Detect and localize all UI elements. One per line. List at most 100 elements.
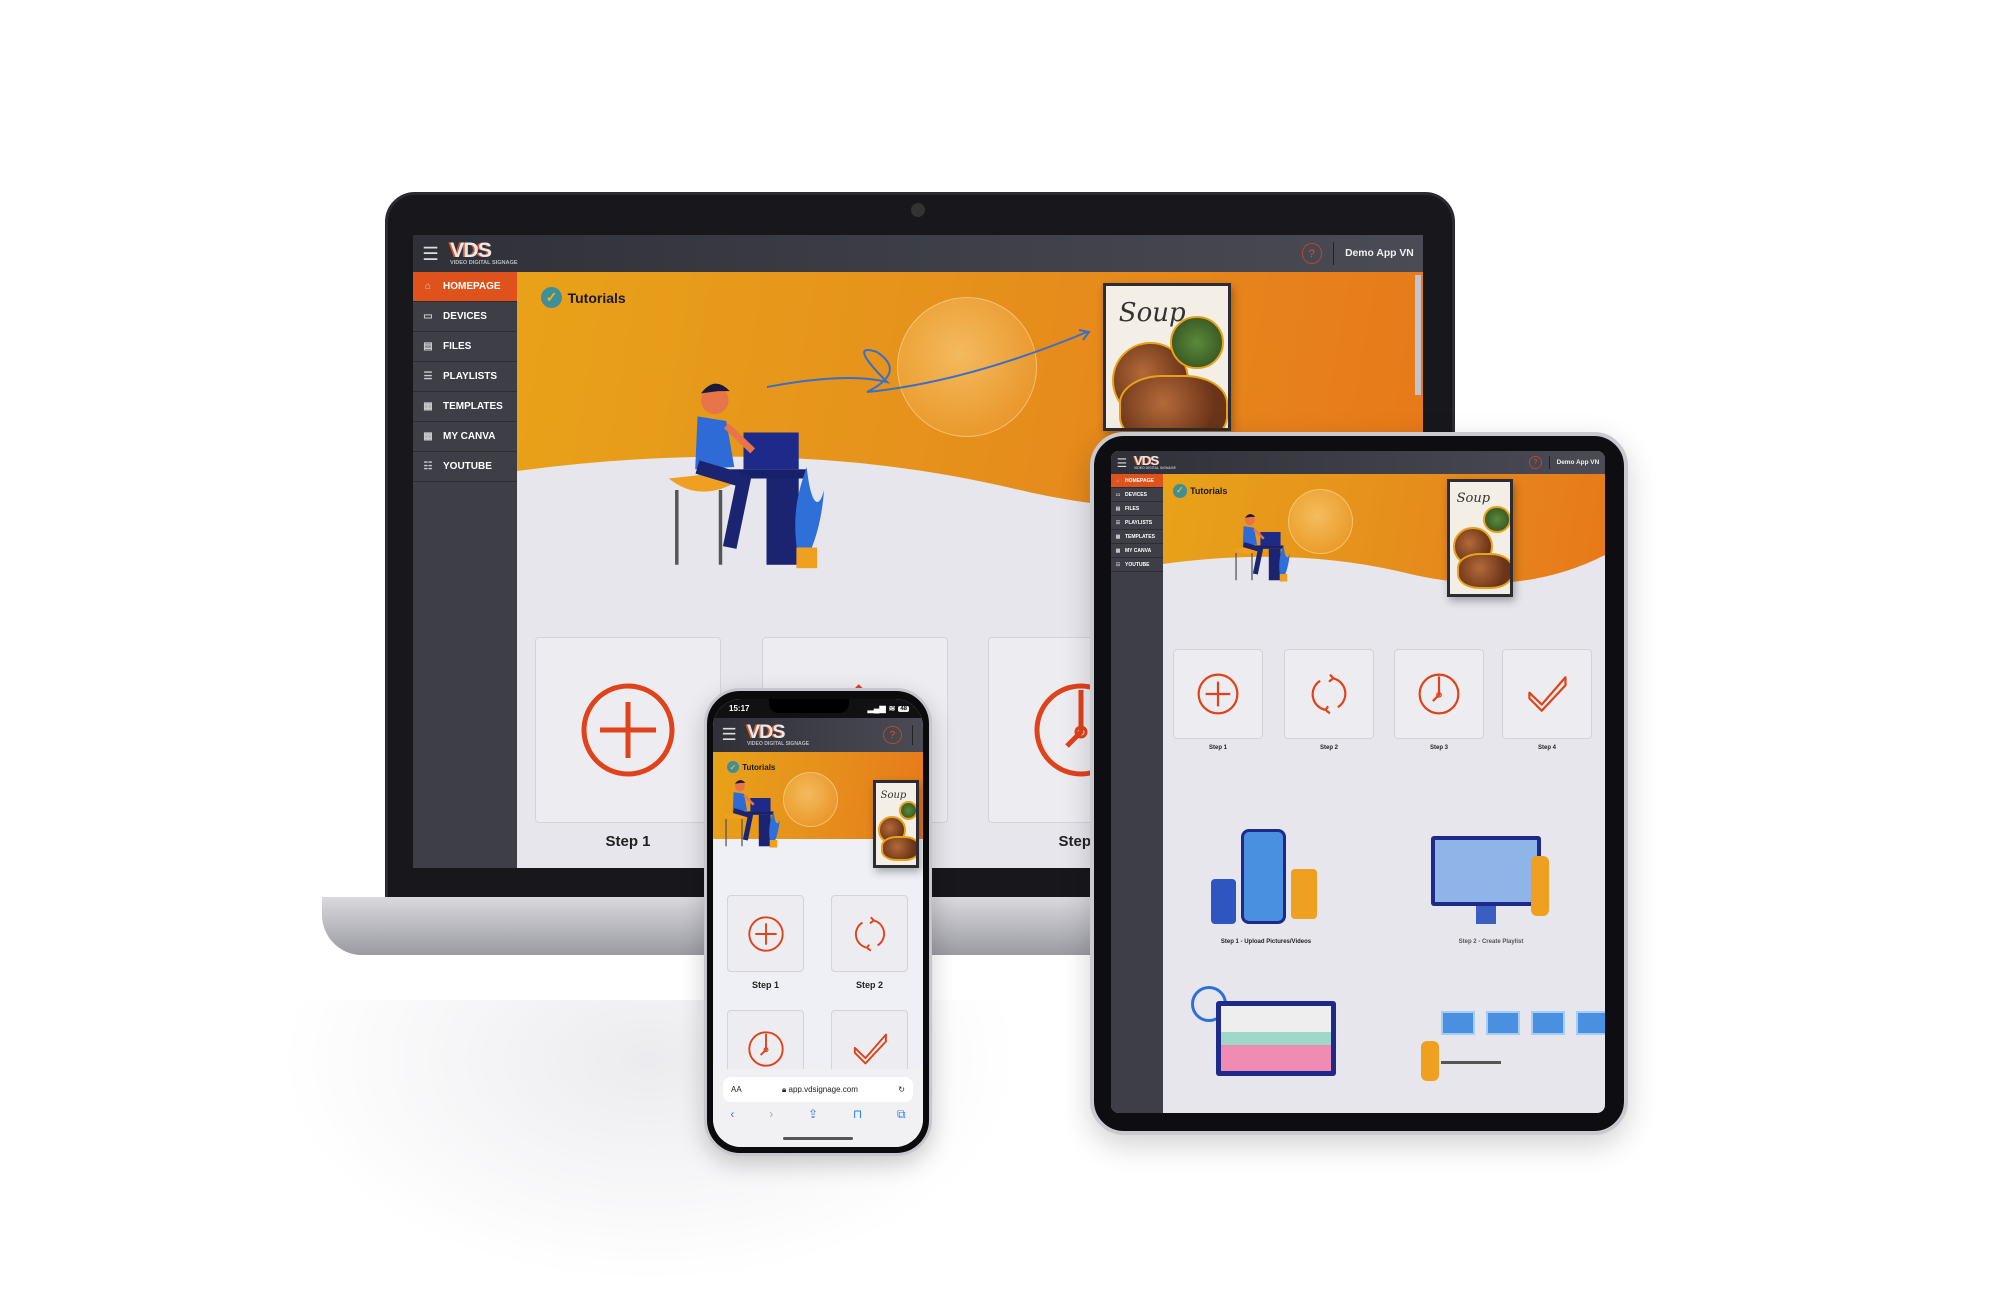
sidebar-item-youtube[interactable]: ☷ YOUTUBE bbox=[1111, 558, 1163, 572]
check-icon bbox=[1528, 676, 1567, 712]
sidebar-item-templates[interactable]: ▦ TEMPLATES bbox=[1111, 530, 1163, 544]
person-at-desk-illustration bbox=[1231, 511, 1298, 582]
step-1-label[interactable]: Step 1 bbox=[535, 833, 721, 850]
schedule-tutorial-illustration[interactable] bbox=[1191, 986, 1351, 1096]
sidebar-item-devices[interactable]: ▭ DEVICES bbox=[413, 302, 517, 332]
user-menu[interactable]: Demo App VN bbox=[1557, 459, 1600, 466]
vds-logo[interactable]: VDS VIDEO DIGITAL SIGNAGE bbox=[1134, 454, 1176, 471]
plus-circle-icon bbox=[1197, 673, 1239, 715]
sidebar-item-my-canva[interactable]: ▦ MY CANVA bbox=[413, 422, 517, 452]
back-icon[interactable]: ‹ bbox=[730, 1107, 734, 1127]
scrollbar[interactable] bbox=[1415, 275, 1421, 395]
plus-circle-icon bbox=[581, 683, 675, 777]
home-icon: ⌂ bbox=[424, 281, 432, 292]
soup-poster-image: Soup bbox=[873, 780, 919, 868]
text-size-button[interactable]: AA bbox=[731, 1085, 742, 1094]
help-button[interactable]: ? bbox=[1301, 243, 1322, 264]
step-3-label[interactable]: Step 3 bbox=[1394, 745, 1484, 751]
youtube-icon: ☷ bbox=[1115, 561, 1121, 568]
share-icon[interactable]: ⇪ bbox=[808, 1107, 818, 1127]
battery-icon: 48 bbox=[898, 705, 909, 712]
sidebar-item-playlists[interactable]: ☰ PLAYLISTS bbox=[413, 362, 517, 392]
tutorial-caption-upload[interactable]: Step 1 - Upload Pictures/Videos bbox=[1171, 939, 1361, 945]
step-3-card[interactable] bbox=[1394, 649, 1484, 739]
forward-icon[interactable]: › bbox=[769, 1107, 773, 1127]
page-title: ✓ Tutorials bbox=[1173, 484, 1227, 498]
tabs-icon[interactable]: ⧉ bbox=[897, 1107, 906, 1127]
step-2-card[interactable] bbox=[831, 895, 908, 972]
template-icon: ▦ bbox=[1115, 533, 1121, 540]
playlist-tutorial-illustration[interactable] bbox=[1421, 831, 1566, 931]
sidebar: ⌂ HOMEPAGE ▭ DEVICES ▤ FILES ☰ PLAYLISTS… bbox=[413, 272, 517, 868]
logo-subtitle: VIDEO DIGITAL SIGNAGE bbox=[449, 260, 518, 267]
tablet-screen: Soup Step 1 Step 2 Step 3 Step 4 Step 1 … bbox=[1111, 451, 1605, 1113]
file-icon: ▤ bbox=[423, 341, 433, 352]
sidebar-item-homepage[interactable]: ⌂ HOMEPAGE bbox=[413, 272, 517, 302]
help-button[interactable]: ? bbox=[1529, 456, 1542, 469]
step-1-card[interactable] bbox=[535, 637, 721, 823]
sidebar-item-label: PLAYLISTS bbox=[443, 371, 498, 382]
food-image bbox=[1170, 315, 1224, 370]
clock-icon bbox=[747, 1030, 784, 1067]
sidebar-item-label: HOMEPAGE bbox=[443, 281, 501, 292]
file-icon: ▤ bbox=[1115, 505, 1121, 512]
publish-tutorial-illustration[interactable] bbox=[1401, 1011, 1605, 1101]
vds-logo[interactable]: VDS VIDEO DIGITAL SIGNAGE bbox=[746, 720, 810, 748]
step-1-label[interactable]: Step 1 bbox=[1173, 745, 1263, 751]
step-2-label[interactable]: Step 2 bbox=[831, 980, 908, 990]
address-bar[interactable]: AA 🔒︎ app.vdsignage.com ↻ bbox=[723, 1077, 913, 1102]
step-1-label[interactable]: Step 1 bbox=[727, 980, 804, 990]
sidebar-item-files[interactable]: ▤ FILES bbox=[1111, 502, 1163, 516]
step-2-label[interactable]: Step 2 bbox=[1284, 745, 1374, 751]
logo-mark: VDS bbox=[1133, 453, 1159, 469]
tutorial-caption-playlist[interactable]: Step 2 - Create Playlist bbox=[1411, 939, 1571, 945]
vds-logo[interactable]: VDS VIDEO DIGITAL SIGNAGE bbox=[449, 239, 518, 267]
monitor-icon: ▭ bbox=[1115, 491, 1121, 498]
step-1-card[interactable] bbox=[1173, 649, 1263, 739]
soup-poster-image: Soup bbox=[1103, 283, 1231, 431]
sidebar-item-my-canva[interactable]: ▦ MY CANVA bbox=[1111, 544, 1163, 558]
sidebar-item-files[interactable]: ▤ FILES bbox=[413, 332, 517, 362]
sidebar-item-playlists[interactable]: ☰ PLAYLISTS bbox=[1111, 516, 1163, 530]
food-image bbox=[1483, 505, 1510, 534]
sidebar-item-label: YOUTUBE bbox=[443, 461, 492, 472]
hamburger-menu-icon[interactable]: ☰ bbox=[1117, 456, 1131, 470]
app-header: ☰ VDS VIDEO DIGITAL SIGNAGE ? Demo App V… bbox=[413, 235, 1423, 272]
food-image bbox=[880, 835, 916, 862]
status-icons: ▂▄▆ ≋ 48 bbox=[868, 704, 909, 713]
app-header: ☰ VDS VIDEO DIGITAL SIGNAGE ? bbox=[713, 718, 923, 752]
refresh-icon bbox=[1311, 673, 1347, 715]
food-image bbox=[899, 800, 916, 820]
poster-title: Soup bbox=[1118, 297, 1186, 328]
sidebar-item-label: FILES bbox=[1125, 505, 1140, 512]
step-1-card[interactable] bbox=[727, 895, 804, 972]
help-button[interactable]: ? bbox=[882, 725, 902, 745]
sidebar-item-label: HOMEPAGE bbox=[1125, 477, 1154, 484]
poster-title: Soup bbox=[1456, 491, 1491, 507]
notch bbox=[768, 699, 849, 713]
youtube-icon: ☷ bbox=[423, 461, 433, 472]
person-at-desk-illustration bbox=[721, 777, 788, 848]
bookmarks-icon[interactable]: ⊓ bbox=[853, 1107, 862, 1127]
page-title: ✓ Tutorials bbox=[727, 761, 775, 773]
step-4-label[interactable]: Step 4 bbox=[1502, 745, 1592, 751]
step-4-card[interactable] bbox=[1502, 649, 1592, 739]
sidebar-item-youtube[interactable]: ☷ YOUTUBE bbox=[413, 452, 517, 482]
sidebar-item-homepage[interactable]: ⌂ HOMEPAGE bbox=[1111, 474, 1163, 488]
hamburger-menu-icon[interactable]: ☰ bbox=[422, 243, 444, 265]
wifi-icon: ≋ bbox=[888, 704, 896, 713]
template-icon: ▦ bbox=[423, 401, 433, 412]
user-menu[interactable]: Demo App VN bbox=[1345, 248, 1414, 259]
reload-icon[interactable]: ↻ bbox=[898, 1085, 905, 1094]
hamburger-menu-icon[interactable]: ☰ bbox=[722, 725, 742, 745]
sidebar-item-label: DEVICES bbox=[443, 311, 487, 322]
upload-tutorial-illustration[interactable] bbox=[1191, 829, 1351, 934]
plus-circle-icon bbox=[747, 915, 784, 952]
status-bar: 15:17 ▂▄▆ ≋ 48 bbox=[713, 699, 923, 718]
sidebar-item-devices[interactable]: ▭ DEVICES bbox=[1111, 488, 1163, 502]
page-title: ✓ Tutorials bbox=[541, 287, 626, 308]
step-2-card[interactable] bbox=[1284, 649, 1374, 739]
logo-subtitle: VIDEO DIGITAL SIGNAGE bbox=[746, 741, 810, 748]
sidebar-item-templates[interactable]: ▦ TEMPLATES bbox=[413, 392, 517, 422]
logo-mark: VDS bbox=[746, 720, 786, 743]
